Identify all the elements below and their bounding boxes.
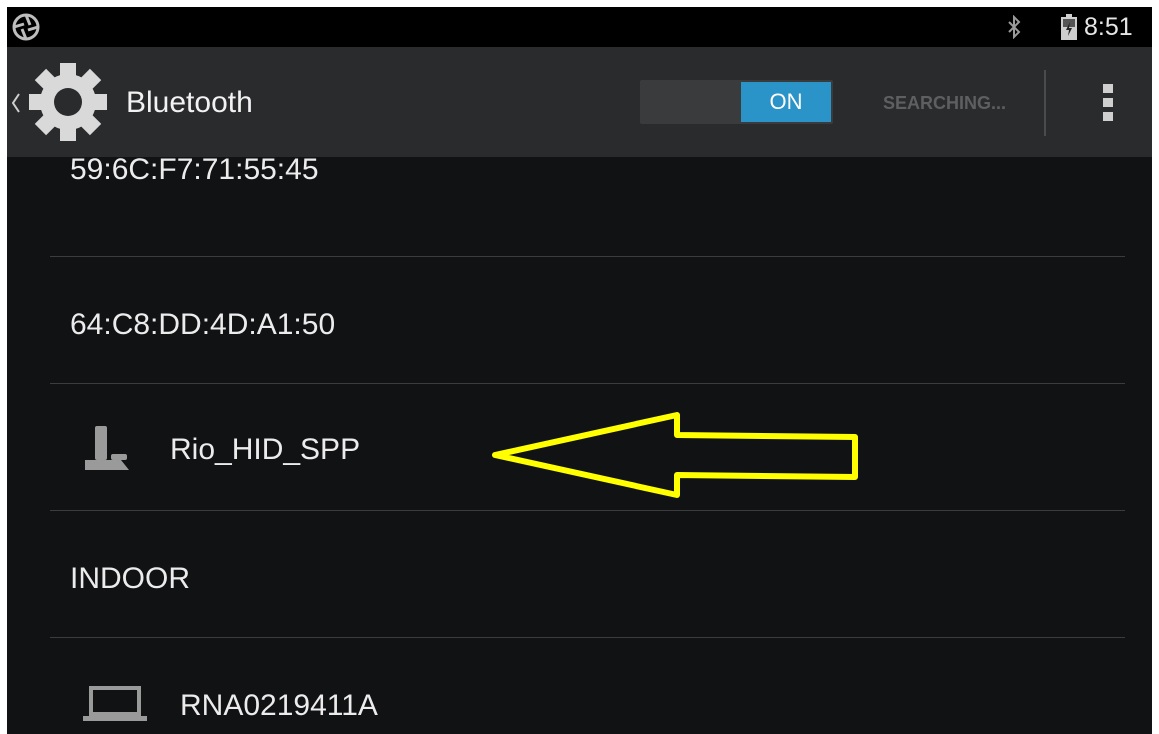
device-row[interactable]: 59:6C:F7:71:55:45 [50, 130, 1125, 257]
back-chevron-icon[interactable] [11, 92, 21, 114]
device-row[interactable]: RNA0219411A [50, 638, 1125, 734]
device-name: Rio_HID_SPP [170, 433, 361, 466]
battery-icon [1061, 14, 1077, 40]
page-title: Bluetooth [126, 86, 253, 119]
laptop-icon [83, 686, 147, 721]
status-bar: 8:51 [7, 7, 1152, 47]
bluetooth-icon [1008, 15, 1021, 39]
device-name: INDOOR [70, 562, 190, 595]
bluetooth-toggle[interactable]: ON [640, 80, 833, 124]
toggle-on-label: ON [741, 82, 831, 122]
device-name: 64:C8:DD:4D:A1:50 [70, 308, 336, 341]
joystick-icon [85, 426, 129, 470]
device-row[interactable]: 64:C8:DD:4D:A1:50 [50, 257, 1125, 384]
camera-shutter-icon [12, 13, 40, 41]
device-row[interactable]: INDOOR [50, 511, 1125, 638]
clock: 8:51 [1084, 13, 1133, 41]
action-bar-divider [1044, 70, 1046, 136]
android-screen: 8:51 Bluetooth ON SEARCHING... 59:6C:F7:… [7, 7, 1152, 734]
annotation-arrow-icon [492, 412, 858, 498]
device-name: 59:6C:F7:71:55:45 [70, 153, 319, 186]
searching-status[interactable]: SEARCHING... [883, 92, 1006, 114]
overflow-menu-icon[interactable] [1101, 82, 1115, 124]
device-name: RNA0219411A [180, 689, 378, 722]
